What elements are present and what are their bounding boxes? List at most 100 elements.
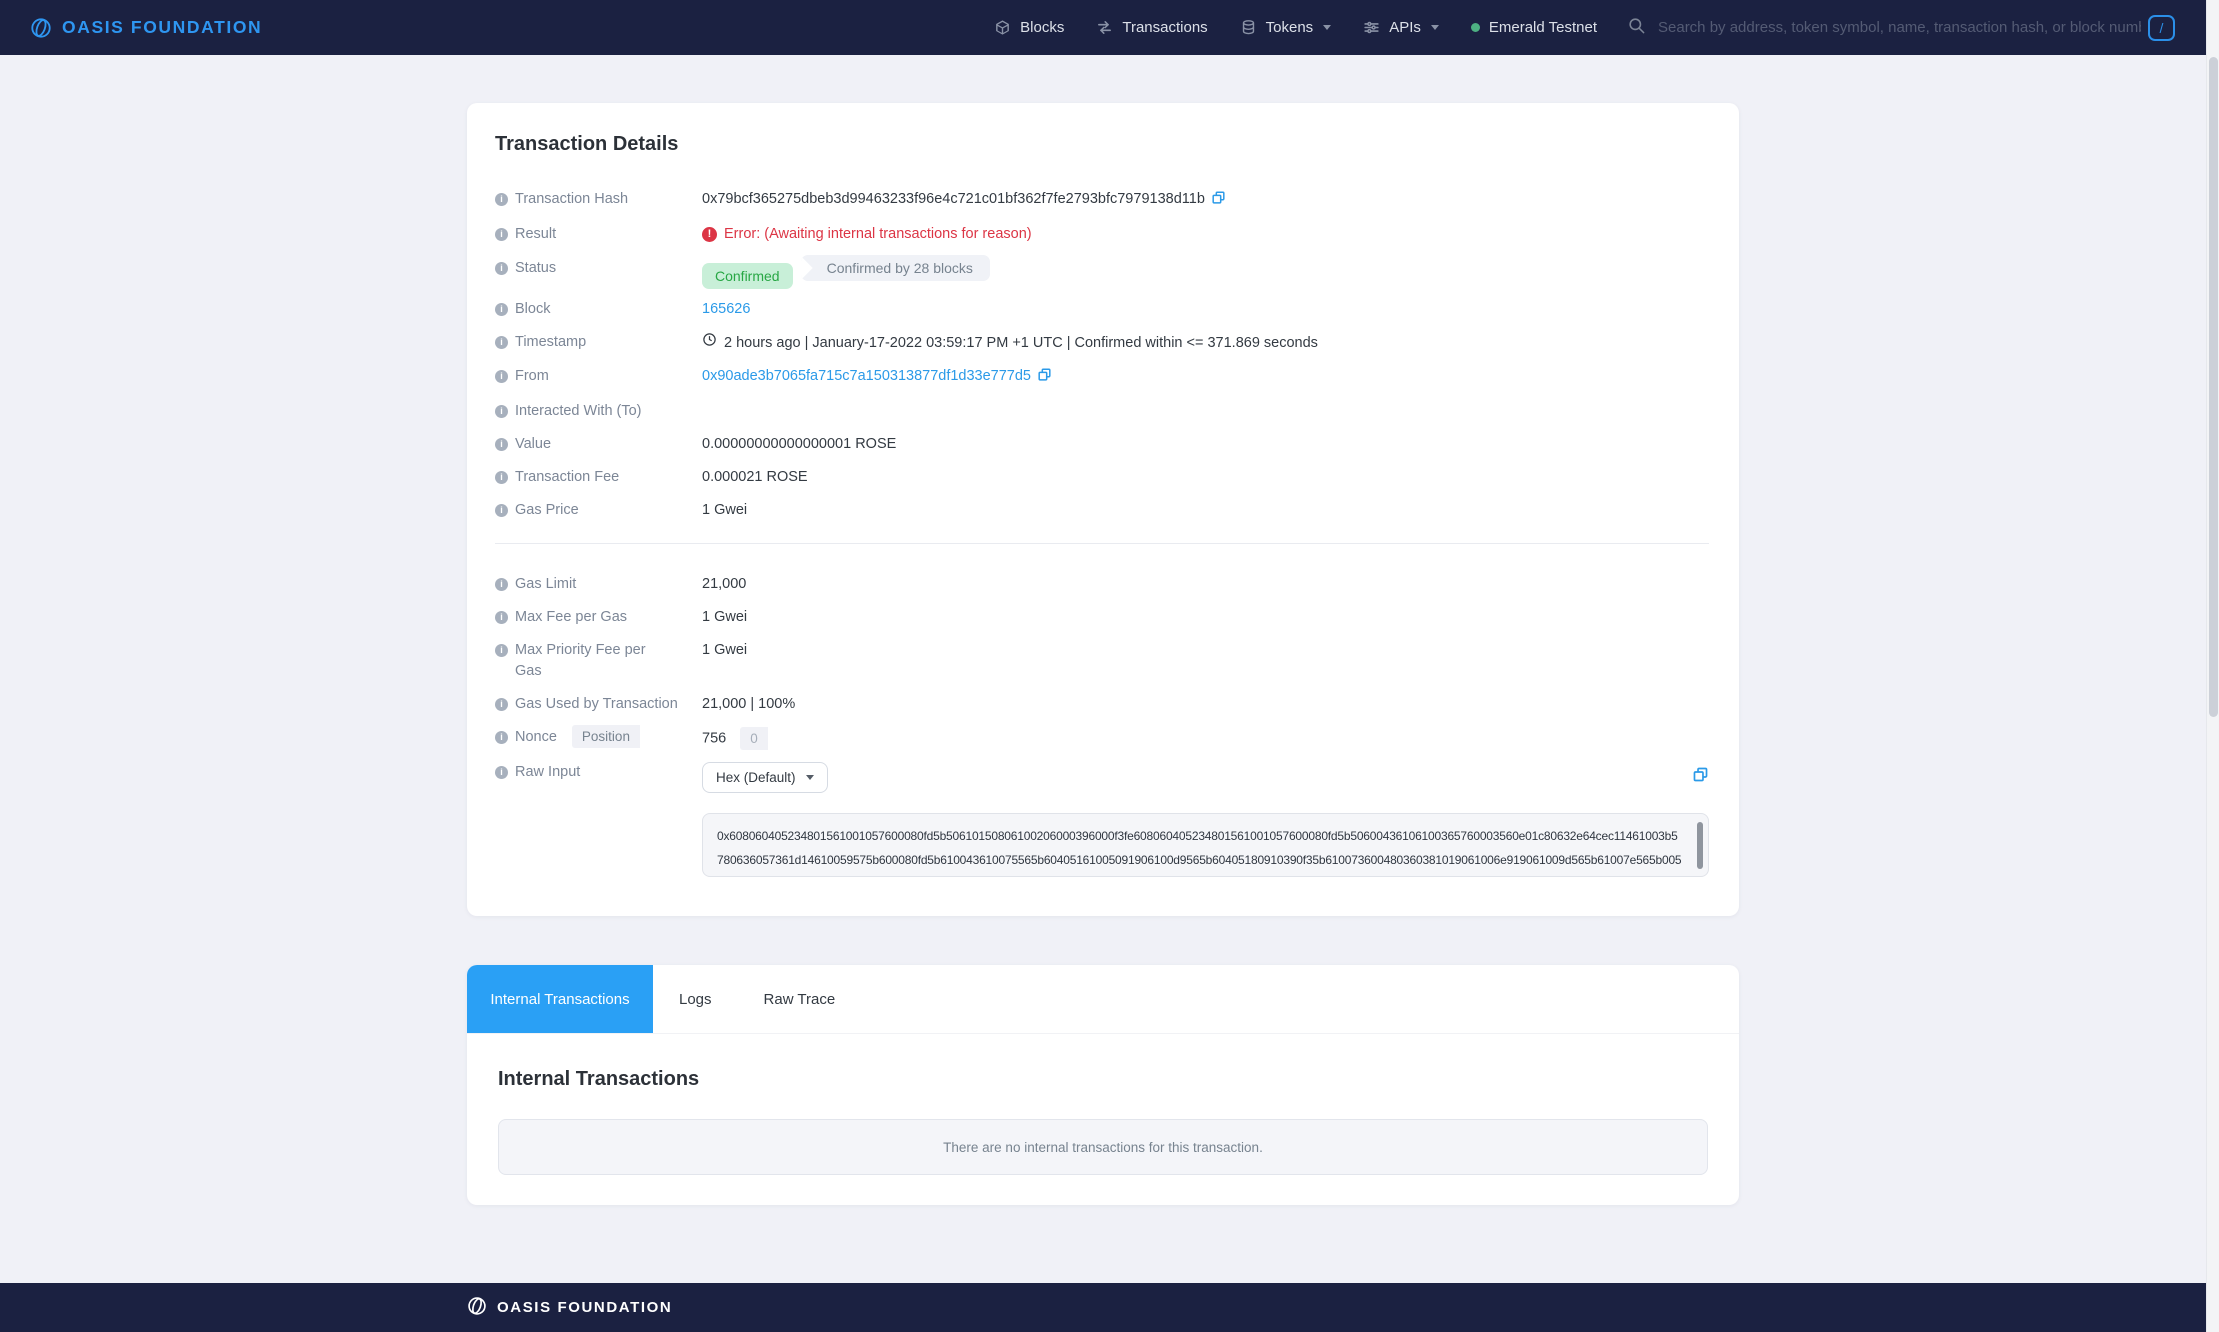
row-max-fee: iMax Fee per Gas 1 Gwei	[495, 601, 1709, 634]
tab-raw-trace[interactable]: Raw Trace	[738, 965, 862, 1033]
row-label-text: Block	[515, 299, 550, 320]
info-icon[interactable]: i	[495, 644, 508, 657]
error-icon: !	[702, 227, 717, 242]
row-label-text: Result	[515, 224, 556, 245]
info-icon[interactable]: i	[495, 504, 508, 517]
row-nonce: iNoncePosition 7560	[495, 721, 1709, 756]
row-gas-limit: iGas Limit 21,000	[495, 568, 1709, 601]
encoding-label: Hex (Default)	[716, 770, 796, 785]
nav-label: APIs	[1389, 19, 1421, 36]
row-block: i Block 165626	[495, 293, 1709, 326]
status-badge: Confirmed	[702, 263, 793, 289]
copy-icon[interactable]	[1211, 190, 1226, 212]
info-icon[interactable]: i	[495, 193, 508, 206]
info-icon[interactable]: i	[495, 303, 508, 316]
info-icon[interactable]: i	[495, 438, 508, 451]
internal-transactions-title: Internal Transactions	[498, 1068, 1708, 1091]
row-result: iResult !Error: (Awaiting internal trans…	[495, 218, 1709, 251]
nav-label: Tokens	[1266, 19, 1314, 36]
row-gas-used: i Gas Used by Transaction 21,000 | 100%	[495, 688, 1709, 721]
row-value: i Value 0.00000000000000001 ROSE	[495, 428, 1709, 461]
copy-icon[interactable]	[1692, 766, 1709, 790]
footer-brand[interactable]: OASIS FOUNDATION	[467, 1283, 672, 1332]
info-icon[interactable]: i	[495, 405, 508, 418]
section-divider	[495, 543, 1709, 544]
row-label-text: Gas Price	[515, 500, 579, 521]
info-icon[interactable]: i	[495, 370, 508, 383]
transaction-tabs-card: Internal Transactions Logs Raw Trace Int…	[467, 965, 1739, 1205]
nav-item-apis[interactable]: APIs	[1363, 19, 1439, 36]
page-scrollbar-thumb[interactable]	[2209, 57, 2218, 717]
nav-label: Transactions	[1122, 19, 1207, 36]
info-icon[interactable]: i	[495, 262, 508, 275]
row-max-priority-fee: i Max Priority Fee per Gas 1 Gwei	[495, 634, 1709, 688]
search-input[interactable]	[1646, 13, 2175, 42]
empty-state-message: There are no internal transactions for t…	[943, 1140, 1263, 1155]
row-label-text: Max Priority Fee per Gas	[515, 640, 665, 682]
navbar: OASIS FOUNDATION Blocks Transactions	[0, 0, 2219, 55]
nav-item-tokens[interactable]: Tokens	[1240, 19, 1332, 36]
nav-item-blocks[interactable]: Blocks	[994, 19, 1064, 36]
row-transaction-hash: iTransaction Hash 0x79bcf365275dbeb3d994…	[495, 183, 1709, 218]
chevron-down-icon	[1431, 25, 1439, 30]
block-number-link[interactable]: 165626	[702, 301, 750, 317]
search-bar: /	[1627, 13, 2175, 42]
value-amount: 0.00000000000000001 ROSE	[702, 436, 896, 452]
info-icon[interactable]: i	[495, 698, 508, 711]
tab-logs[interactable]: Logs	[653, 965, 738, 1033]
info-icon[interactable]: i	[495, 336, 508, 349]
raw-input-hex[interactable]: 0x608060405234801561001057600080fd5b5061…	[702, 813, 1709, 877]
clock-icon	[702, 332, 717, 354]
coin-stack-icon	[1240, 19, 1257, 36]
row-label-text: Status	[515, 258, 556, 279]
nav-label: Blocks	[1020, 19, 1064, 36]
transaction-details-card: Transaction Details iTransaction Hash 0x…	[467, 103, 1739, 916]
transaction-fee-value: 0.000021 ROSE	[702, 469, 808, 485]
row-label-text: Value	[515, 434, 551, 455]
chevron-down-icon	[806, 775, 814, 780]
row-label-text: From	[515, 366, 549, 387]
nav-item-network[interactable]: Emerald Testnet	[1471, 19, 1597, 36]
max-priority-fee-value: 1 Gwei	[702, 642, 747, 658]
info-icon[interactable]: i	[495, 578, 508, 591]
row-label-text: Timestamp	[515, 332, 586, 353]
row-label-text: Transaction Fee	[515, 467, 619, 488]
info-icon[interactable]: i	[495, 766, 508, 779]
info-icon[interactable]: i	[495, 471, 508, 484]
row-label-text: Raw Input	[515, 762, 580, 783]
tab-internal-transactions[interactable]: Internal Transactions	[467, 965, 653, 1033]
page-scrollbar[interactable]	[2206, 0, 2219, 1332]
sliders-icon	[1363, 19, 1380, 36]
row-status: i Status Confirmed Confirmed by 28 blocks	[495, 251, 1709, 293]
brand-logo[interactable]: OASIS FOUNDATION	[30, 17, 262, 39]
timestamp-value: 2 hours ago | January-17-2022 03:59:17 P…	[724, 333, 1318, 354]
row-raw-input: i Raw Input Hex (Default) 0x6080604052348…	[495, 756, 1709, 883]
raw-input-encoding-select[interactable]: Hex (Default)	[702, 762, 828, 793]
brand-text: OASIS FOUNDATION	[62, 17, 262, 38]
tab-bar: Internal Transactions Logs Raw Trace	[467, 965, 1739, 1034]
raw-input-scrollbar-thumb[interactable]	[1697, 822, 1703, 869]
info-icon[interactable]: i	[495, 611, 508, 624]
max-fee-value: 1 Gwei	[702, 609, 747, 625]
confirmations-badge: Confirmed by 28 blocks	[801, 255, 990, 281]
green-dot-icon	[1471, 23, 1480, 32]
search-icon	[1627, 16, 1646, 40]
gas-price-value: 1 Gwei	[702, 502, 747, 518]
row-label-text: Nonce	[515, 727, 557, 748]
keyboard-shortcut-badge: /	[2148, 15, 2175, 41]
row-label-text: Gas Limit	[515, 574, 576, 595]
empty-state: There are no internal transactions for t…	[498, 1119, 1708, 1175]
oasis-logo-icon	[30, 17, 52, 39]
position-value-badge: 0	[740, 727, 768, 750]
info-icon[interactable]: i	[495, 731, 508, 744]
nav-links: Blocks Transactions Tokens	[994, 19, 1597, 36]
info-icon[interactable]: i	[495, 228, 508, 241]
copy-icon[interactable]	[1037, 367, 1052, 389]
chevron-down-icon	[1323, 25, 1331, 30]
nav-item-transactions[interactable]: Transactions	[1096, 19, 1207, 36]
from-address-link[interactable]: 0x90ade3b7065fa715c7a150313877df1d33e777…	[702, 368, 1031, 384]
row-timestamp: i Timestamp 2 hours ago | January-17-2022…	[495, 326, 1709, 360]
gas-used-value: 21,000 | 100%	[702, 696, 795, 712]
row-label-text: Gas Used by Transaction	[515, 694, 678, 715]
row-label-text: Interacted With (To)	[515, 401, 642, 422]
